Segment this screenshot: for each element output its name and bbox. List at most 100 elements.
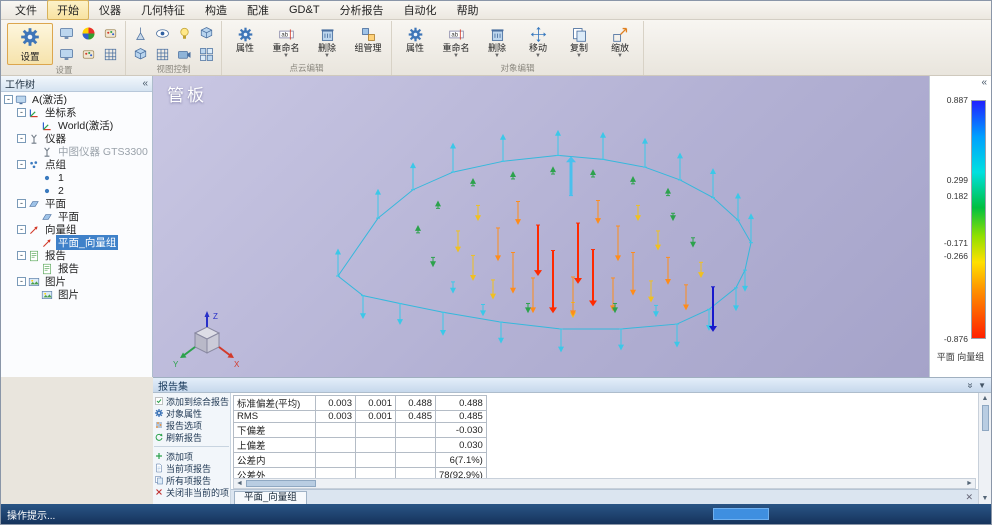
report-panel-header: 报告集 « ▼ (153, 378, 991, 393)
ribbon-button-缩放[interactable]: 缩放▼ (601, 23, 639, 60)
tree-collapse-button[interactable]: « (142, 79, 148, 89)
tree-expander-icon[interactable]: - (17, 277, 26, 286)
tree-expander-icon[interactable]: - (17, 134, 26, 143)
chevron-down-icon[interactable]: ▼ (535, 54, 541, 59)
report-action-所有项报告[interactable]: 所有项报告 (154, 474, 229, 486)
deviation-vector (480, 304, 486, 316)
tree-item-1[interactable]: 1 (1, 171, 152, 184)
ribbon-button-设置[interactable]: 设置 (7, 23, 53, 65)
menu-item-配准[interactable]: 配准 (237, 0, 279, 20)
probe-icon[interactable] (130, 23, 151, 43)
report-tab[interactable]: 平面_向量组 (234, 491, 307, 504)
scroll-left-icon[interactable]: ◄ (234, 480, 245, 487)
chevron-down-icon[interactable]: ▼ (494, 54, 500, 59)
props-icon (154, 408, 164, 418)
color-wheel-icon[interactable] (78, 23, 99, 43)
cube-icon[interactable] (196, 23, 217, 43)
viewport-3d[interactable]: 管板 Z X Y (153, 76, 929, 377)
camera-icon[interactable] (174, 44, 195, 64)
tree-item-图片[interactable]: 图片 (1, 288, 152, 301)
tree-expander-icon[interactable]: - (4, 95, 13, 104)
plane-icon (28, 198, 41, 210)
deviation-vector (455, 231, 461, 253)
report-action-刷新报告[interactable]: 刷新报告 (154, 431, 229, 443)
ribbon-button-属性[interactable]: 属性 (226, 23, 264, 55)
tree-item-平面_向量组[interactable]: 平面_向量组 (1, 236, 152, 249)
palette-icon[interactable] (100, 23, 121, 43)
deviation-vector (683, 285, 689, 310)
tree-expander-icon[interactable]: - (17, 251, 26, 260)
monitor-search-icon[interactable] (56, 44, 77, 64)
tree-expander-icon[interactable]: - (17, 160, 26, 169)
menu-item-仪器[interactable]: 仪器 (89, 0, 131, 20)
compass-icon[interactable] (130, 44, 151, 64)
collapse-panel-icon[interactable]: « (964, 382, 975, 388)
viewport-collapse-button[interactable]: « (981, 78, 987, 88)
report-action-添加到综合报告[interactable]: 添加到综合报告 (154, 395, 229, 407)
grid2-icon[interactable] (152, 44, 173, 64)
grid-icon[interactable] (100, 44, 121, 64)
tree-item-中图仪器 GTS3300[interactable]: 中图仪器 GTS3300 (1, 145, 152, 158)
chevron-down-icon[interactable]: ▼ (283, 54, 289, 59)
menu-item-开始[interactable]: 开始 (47, 0, 89, 20)
ribbon-button-重命名[interactable]: ab重命名▼ (267, 23, 305, 60)
svg-text:ab: ab (281, 33, 288, 39)
monitor-icon[interactable] (56, 23, 77, 43)
chevron-down-icon[interactable]: ▼ (453, 54, 459, 59)
tree-item-World(激活)[interactable]: World(激活) (1, 119, 152, 132)
row-label: RMS (234, 411, 316, 423)
ribbon-button-属性[interactable]: 属性 (396, 23, 434, 55)
chevron-down-icon[interactable]: ▼ (978, 381, 986, 390)
scroll-right-icon[interactable]: ► (964, 480, 975, 487)
horizontal-scrollbar[interactable]: ◄ ► (233, 478, 976, 489)
hscroll-thumb[interactable] (246, 480, 316, 487)
report-icon (41, 263, 54, 275)
ribbon-button-重命名[interactable]: ab重命名▼ (437, 23, 475, 60)
deviation-vector (435, 201, 441, 209)
tree-expander-icon[interactable]: - (17, 225, 26, 234)
orientation-triad[interactable]: Z X Y (165, 309, 241, 371)
report-action-关闭非当前的项[interactable]: 关闭非当前的项 (154, 486, 229, 498)
report-action-当前项报告[interactable]: 当前项报告 (154, 462, 229, 474)
menu-item-GD&T[interactable]: GD&T (279, 2, 330, 18)
ribbon-button-组管理[interactable]: 组管理 (349, 23, 387, 55)
chevron-down-icon[interactable]: ▼ (617, 54, 623, 59)
z-axis-label: Z (213, 312, 218, 321)
deviation-vector (698, 262, 704, 278)
tree-item-报告[interactable]: 报告 (1, 262, 152, 275)
views-icon[interactable] (196, 44, 217, 64)
vscroll-thumb[interactable] (982, 405, 989, 431)
close-icon[interactable]: ✕ (965, 492, 975, 503)
report-action-添加项[interactable]: 添加项 (154, 450, 229, 462)
tree-expander-icon[interactable]: - (17, 199, 26, 208)
chevron-down-icon[interactable]: ▼ (324, 54, 330, 59)
table-row: 公差内6(7.1%) (234, 453, 487, 468)
eye-icon[interactable] (152, 23, 173, 43)
scroll-up-icon[interactable]: ▲ (982, 393, 989, 404)
menu-item-帮助[interactable]: 帮助 (447, 0, 489, 20)
ribbon-button-复制[interactable]: 复制▼ (560, 23, 598, 60)
deviation-vector (733, 288, 739, 312)
menu-item-几何特征[interactable]: 几何特征 (131, 0, 195, 20)
work-tree-panel: 工作树 « -A(激活)-坐标系World(激活)-仪器中图仪器 GTS3300… (1, 76, 153, 377)
ribbon-button-移动[interactable]: 移动▼ (519, 23, 557, 60)
x-axis-label: X (234, 360, 240, 369)
vertical-scrollbar[interactable]: ▲ ▼ (978, 393, 991, 504)
chevron-down-icon[interactable]: ▼ (576, 54, 582, 59)
menu-item-构造[interactable]: 构造 (195, 0, 237, 20)
deviation-vector (618, 329, 624, 351)
report-action-对象属性[interactable]: 对象属性 (154, 407, 229, 419)
brush-icon[interactable] (78, 44, 99, 64)
tree-item-2[interactable]: 2 (1, 184, 152, 197)
scroll-down-icon[interactable]: ▼ (982, 493, 989, 504)
row-value: -0.030 (436, 423, 487, 438)
menu-item-自动化[interactable]: 自动化 (394, 0, 447, 20)
menu-item-分析报告[interactable]: 分析报告 (330, 0, 394, 20)
menu-item-文件[interactable]: 文件 (5, 0, 47, 20)
ribbon-button-删除[interactable]: 删除▼ (478, 23, 516, 60)
bulb-icon[interactable] (174, 23, 195, 43)
ribbon-button-删除[interactable]: 删除▼ (308, 23, 346, 60)
tree-item-点组[interactable]: -点组 (1, 158, 152, 171)
tree-expander-icon[interactable]: - (17, 108, 26, 117)
report-action-报告选项[interactable]: 报告选项 (154, 419, 229, 431)
